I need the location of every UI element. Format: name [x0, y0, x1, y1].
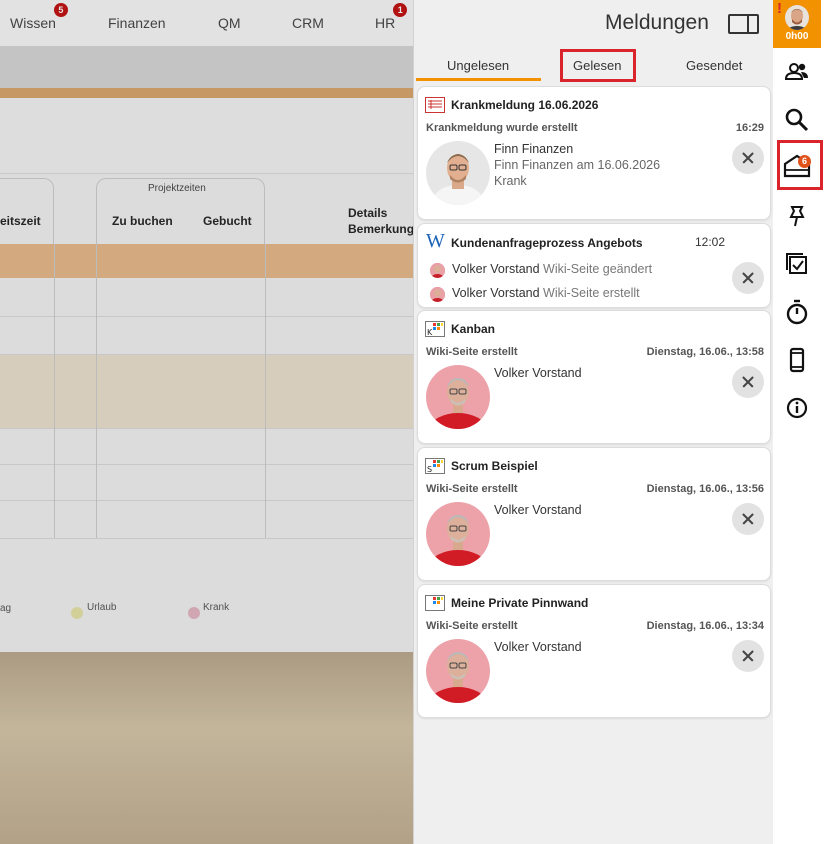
card-title: Kundenanfrageprozess Angebots — [451, 236, 643, 250]
search-icon[interactable] — [781, 104, 813, 136]
timer-icon[interactable] — [781, 296, 813, 328]
tab-gelesen-highlight — [560, 49, 636, 82]
card-title: Krankmeldung 16.06.2026 — [451, 98, 599, 112]
activity-entry: Volker Vorstand Wiki-Seite erstellt — [452, 286, 640, 300]
dismiss-button[interactable] — [732, 366, 764, 398]
wiki-icon: W — [426, 230, 445, 252]
person-name: Volker Vorstand — [452, 286, 540, 300]
notification-card[interactable]: W Kundenanfrageprozess Angebots 12:02 Vo… — [417, 223, 771, 308]
notifications-panel: Meldungen Ungelesen Gelesen Gesendet Kra… — [413, 0, 773, 844]
dismiss-button[interactable] — [732, 142, 764, 174]
avatar — [426, 639, 490, 703]
kanban-icon: K — [425, 321, 445, 337]
card-time: Dienstag, 16.06., 13:56 — [646, 483, 764, 495]
panel-title: Meldungen — [605, 11, 709, 34]
users-icon[interactable] — [781, 56, 813, 88]
mobile-icon[interactable] — [781, 344, 813, 376]
scrum-icon: S — [425, 458, 445, 474]
card-subtitle: Wiki-Seite erstellt — [426, 620, 518, 632]
dismiss-button[interactable] — [732, 262, 764, 294]
avatar — [426, 141, 490, 205]
notification-card[interactable]: Meine Private Pinnwand Wiki-Seite erstel… — [417, 584, 771, 718]
dismiss-button[interactable] — [732, 640, 764, 672]
avatar — [426, 502, 490, 566]
person-name: Finn Finanzen — [494, 142, 574, 156]
user-status-tile[interactable]: ! 0h00 — [773, 0, 821, 48]
card-subtitle: Krankmeldung wurde erstellt — [426, 122, 578, 134]
tab-gesendet[interactable]: Gesendet — [686, 58, 742, 73]
person-name: Volker Vorstand — [494, 366, 582, 380]
card-title: Meine Private Pinnwand — [451, 596, 589, 610]
notification-count-badge: 6 — [798, 155, 811, 168]
pinboard-icon — [425, 595, 445, 611]
tab-ungelesen[interactable]: Ungelesen — [447, 58, 509, 73]
working-time: 0h00 — [785, 31, 809, 42]
avatar — [430, 263, 445, 278]
right-toolbar: ! 0h00 6 — [773, 0, 825, 844]
avatar — [785, 5, 809, 30]
notification-card[interactable]: K Kanban Wiki-Seite erstellt Dienstag, 1… — [417, 310, 771, 444]
notification-card[interactable]: Krankmeldung 16.06.2026 Krankmeldung wur… — [417, 86, 771, 220]
avatar — [426, 365, 490, 429]
icon-letter: S — [427, 465, 432, 473]
activity-action: Wiki-Seite erstellt — [543, 286, 640, 300]
notification-detail: Krank — [494, 174, 527, 188]
card-time: 16:29 — [735, 122, 764, 134]
info-icon[interactable] — [781, 392, 813, 424]
person-name: Volker Vorstand — [494, 503, 582, 517]
card-title: Kanban — [451, 322, 496, 336]
alert-icon: ! — [777, 0, 782, 17]
dismiss-button[interactable] — [732, 503, 764, 535]
card-title: Scrum Beispiel — [451, 459, 538, 473]
person-name: Volker Vorstand — [452, 262, 540, 276]
modal-dim-overlay[interactable] — [0, 0, 413, 844]
tasks-icon[interactable] — [781, 248, 813, 280]
notification-card[interactable]: S Scrum Beispiel Wiki-Seite erstellt Die… — [417, 447, 771, 581]
card-subtitle: Wiki-Seite erstellt — [426, 346, 518, 358]
pin-icon[interactable] — [781, 200, 813, 232]
card-time: Dienstag, 16.06., 13:58 — [646, 346, 764, 358]
person-name: Volker Vorstand — [494, 640, 582, 654]
card-subtitle: Wiki-Seite erstellt — [426, 483, 518, 495]
icon-letter: K — [427, 328, 433, 336]
active-tab-indicator — [416, 78, 541, 81]
card-time: Dienstag, 16.06., 13:34 — [646, 620, 764, 632]
notification-detail: Finn Finanzen am 16.06.2026 — [494, 158, 661, 172]
background-app: Wissen 5 Finanzen QM CRM HR 1 Projektzei… — [0, 0, 413, 844]
activity-entry: Volker Vorstand Wiki-Seite geändert — [452, 262, 652, 276]
activity-action: Wiki-Seite geändert — [543, 262, 653, 276]
sick-note-icon — [425, 97, 445, 113]
split-view-icon[interactable] — [728, 14, 759, 34]
card-time: 12:02 — [695, 235, 726, 249]
avatar — [430, 287, 445, 302]
